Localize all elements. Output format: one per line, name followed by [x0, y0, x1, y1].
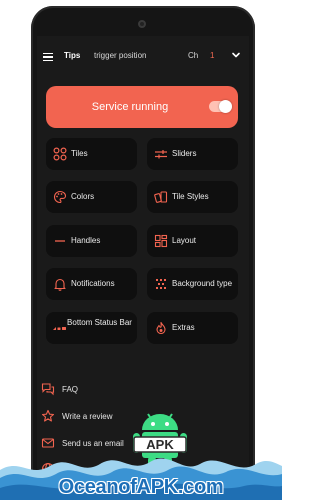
tile-sliders[interactable]: Sliders	[147, 138, 238, 170]
tile-colors[interactable]: Colors	[46, 181, 137, 213]
layout-icon	[154, 234, 168, 248]
tile-styles-icon	[154, 191, 168, 203]
tile-background-type[interactable]: Background type	[147, 268, 238, 300]
tile-label: Background type	[172, 279, 233, 288]
tile-tiles[interactable]: Tiles	[46, 138, 137, 170]
star-icon	[41, 409, 55, 422]
tips-label[interactable]: Tips	[64, 51, 80, 60]
palette-icon	[54, 190, 67, 204]
background-icon	[156, 279, 166, 289]
service-toggle[interactable]	[209, 100, 232, 113]
status-bar-icon	[53, 327, 66, 330]
tile-label: Colors	[71, 192, 95, 201]
menu-icon[interactable]	[43, 53, 53, 61]
tile-extras[interactable]: Extras	[147, 312, 238, 344]
tile-label: Tiles	[71, 149, 88, 158]
tile-label: Extras	[172, 323, 195, 332]
review-label: Write a review	[62, 411, 113, 421]
top-bar: Tips trigger position Ch 1	[37, 48, 249, 68]
tile-tile-styles[interactable]: Tile Styles	[147, 181, 238, 213]
tile-label: Handles	[71, 236, 101, 245]
trigger-position-label[interactable]: trigger position	[94, 51, 146, 60]
bell-icon	[54, 278, 66, 291]
tile-label: Sliders	[172, 149, 197, 158]
watermark-text: OceanofAPK.com	[58, 476, 224, 498]
handle-icon	[55, 240, 65, 242]
chat-icon	[41, 383, 55, 396]
email-label: Send us an email	[62, 438, 124, 448]
tile-label: Layout	[172, 236, 197, 245]
flame-icon	[156, 321, 166, 335]
write-review-link[interactable]: Write a review	[41, 409, 113, 423]
tile-layout[interactable]: Layout	[147, 225, 238, 257]
tile-label: Tile Styles	[172, 192, 209, 201]
tile-notifications[interactable]: Notifications	[46, 268, 137, 300]
faq-link[interactable]: FAQ	[41, 382, 78, 396]
service-label: Service running	[91, 101, 169, 113]
camera	[138, 20, 146, 28]
service-running-button[interactable]: Service running	[46, 86, 238, 128]
tile-bottom-status-bar[interactable]: Bottom Status Bar	[46, 312, 137, 344]
tile-handles[interactable]: Handles	[46, 225, 137, 257]
sliders-icon	[155, 150, 167, 159]
tiles-icon	[53, 147, 67, 161]
chevron-down-icon[interactable]	[231, 50, 241, 60]
faq-label: FAQ	[62, 384, 79, 394]
tile-label: Notifications	[71, 279, 115, 288]
channel-label: Ch	[188, 51, 199, 60]
tile-label: Bottom Status Bar	[67, 318, 132, 327]
channel-value[interactable]: 1	[210, 51, 214, 60]
